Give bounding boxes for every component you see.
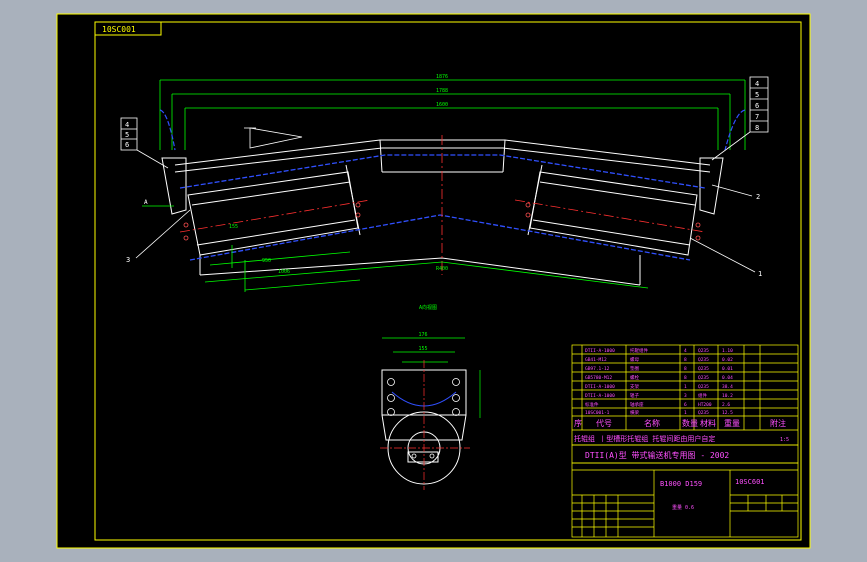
header-code: 代号 (596, 418, 612, 428)
table-row-4-wt: 0.04 (722, 375, 733, 381)
table-row-7-qty: 6 (684, 402, 687, 408)
drawing-code: 10SC601 (735, 478, 765, 486)
section-dim-top: 176 (418, 332, 427, 338)
section-dim-mid: 155 (418, 346, 427, 352)
dim-roller-a: 950 (262, 258, 271, 264)
table-row-2-code: GB41-M12 (585, 357, 607, 363)
right-callout-5: 5 (755, 91, 759, 99)
table-row-3-mat: Q235 (698, 366, 709, 372)
cad-viewport[interactable]: 10SC001 1876 1788 1600 950 1006 R400 155… (0, 0, 867, 562)
dim-radius: R400 (436, 266, 448, 272)
table-row-1-wt: 1.10 (722, 348, 733, 354)
right-callout-1: 1 (758, 270, 762, 278)
left-callout-5: 5 (125, 131, 129, 139)
dim-roller-b: 1006 (278, 269, 290, 275)
table-row-2-name: 螺母 (630, 356, 639, 363)
table-row-8-name: 横梁 (630, 409, 639, 416)
right-callout-8: 8 (755, 124, 759, 132)
header-material: 材料 (700, 418, 716, 428)
cad-drawing-canvas[interactable]: 10SC001 1876 1788 1600 950 1006 R400 155… (0, 0, 867, 562)
table-row-4-mat: Q235 (698, 375, 709, 381)
section-view-label: A向视图 (419, 304, 437, 311)
table-row-6-mat: 组件 (698, 392, 707, 399)
table-row-8-code: 10SC001-1 (585, 410, 610, 416)
table-row-2-mat: Q235 (698, 357, 709, 363)
table-row-8-qty: 1 (684, 410, 687, 416)
table-row-7-wt: 2.6 (722, 402, 730, 408)
right-callout-2: 2 (756, 193, 760, 201)
table-row-2-wt: 0.02 (722, 357, 733, 363)
table-row-4-qty: 8 (684, 375, 687, 381)
table-row-1-code: DTII-A-1000 (585, 348, 615, 354)
table-row-1-name: 托辊组件 (630, 347, 648, 354)
left-callout-3: 3 (126, 256, 130, 264)
table-row-6-name: 辊子 (630, 392, 639, 399)
drawing-number-tag: 10SC001 (102, 25, 136, 34)
right-callout-7: 7 (755, 113, 759, 121)
table-row-3-code: GB97.1-12 (585, 366, 610, 372)
table-row-2-qty: 8 (684, 357, 687, 363)
header-weight: 重量 (724, 418, 740, 428)
table-row-5-name: 支架 (630, 383, 639, 390)
table-row-7-code: 标准件 (585, 401, 599, 408)
left-callout-4: 4 (125, 121, 129, 129)
title-caption: 托辊组 丨型槽形托辊组 托辊间距由用户自定 (574, 434, 715, 443)
header-note: 附注 (770, 418, 786, 428)
table-row-3-name: 垫圈 (630, 365, 639, 372)
scale-note: 1:5 (780, 437, 789, 443)
table-row-6-wt: 10.2 (722, 393, 733, 399)
table-row-4-name: 螺栓 (630, 374, 639, 381)
table-row-5-code: DTII-A-1000 (585, 384, 615, 390)
table-row-1-qty: 4 (684, 348, 687, 354)
dim-overall: 1876 (436, 74, 448, 80)
dim-top-3: 1600 (436, 102, 448, 108)
table-row-7-mat: HT200 (698, 402, 712, 408)
table-row-1-mat: Q235 (698, 348, 709, 354)
bottom-note: 重量 0.6 (672, 504, 694, 511)
table-row-6-code: DTII-A-1000 (585, 393, 615, 399)
spec-label: B1000 D159 (660, 480, 702, 488)
right-callout-4: 4 (755, 80, 759, 88)
header-index: 序 (574, 418, 582, 428)
table-row-8-mat: Q235 (698, 410, 709, 416)
series-title: DTII(A)型 带式输送机专用图 - 2002 (585, 450, 729, 460)
dim-left-vertical: 155 (229, 224, 238, 230)
table-row-5-wt: 38.4 (722, 384, 733, 390)
table-row-3-qty: 8 (684, 366, 687, 372)
table-row-5-mat: Q235 (698, 384, 709, 390)
table-row-4-code: GB5780-M12 (585, 375, 612, 381)
right-callout-6: 6 (755, 102, 759, 110)
table-row-8-wt: 12.5 (722, 410, 733, 416)
view-arrow-label: A (144, 199, 148, 206)
left-callout-6: 6 (125, 141, 129, 149)
dim-top-2: 1788 (436, 88, 448, 94)
table-row-6-qty: 3 (684, 393, 687, 399)
header-qty: 数量 (682, 418, 698, 428)
table-row-5-qty: 1 (684, 384, 687, 390)
table-row-3-wt: 0.01 (722, 366, 733, 372)
table-row-7-name: 轴承座 (630, 401, 644, 408)
header-name: 名称 (644, 418, 660, 428)
